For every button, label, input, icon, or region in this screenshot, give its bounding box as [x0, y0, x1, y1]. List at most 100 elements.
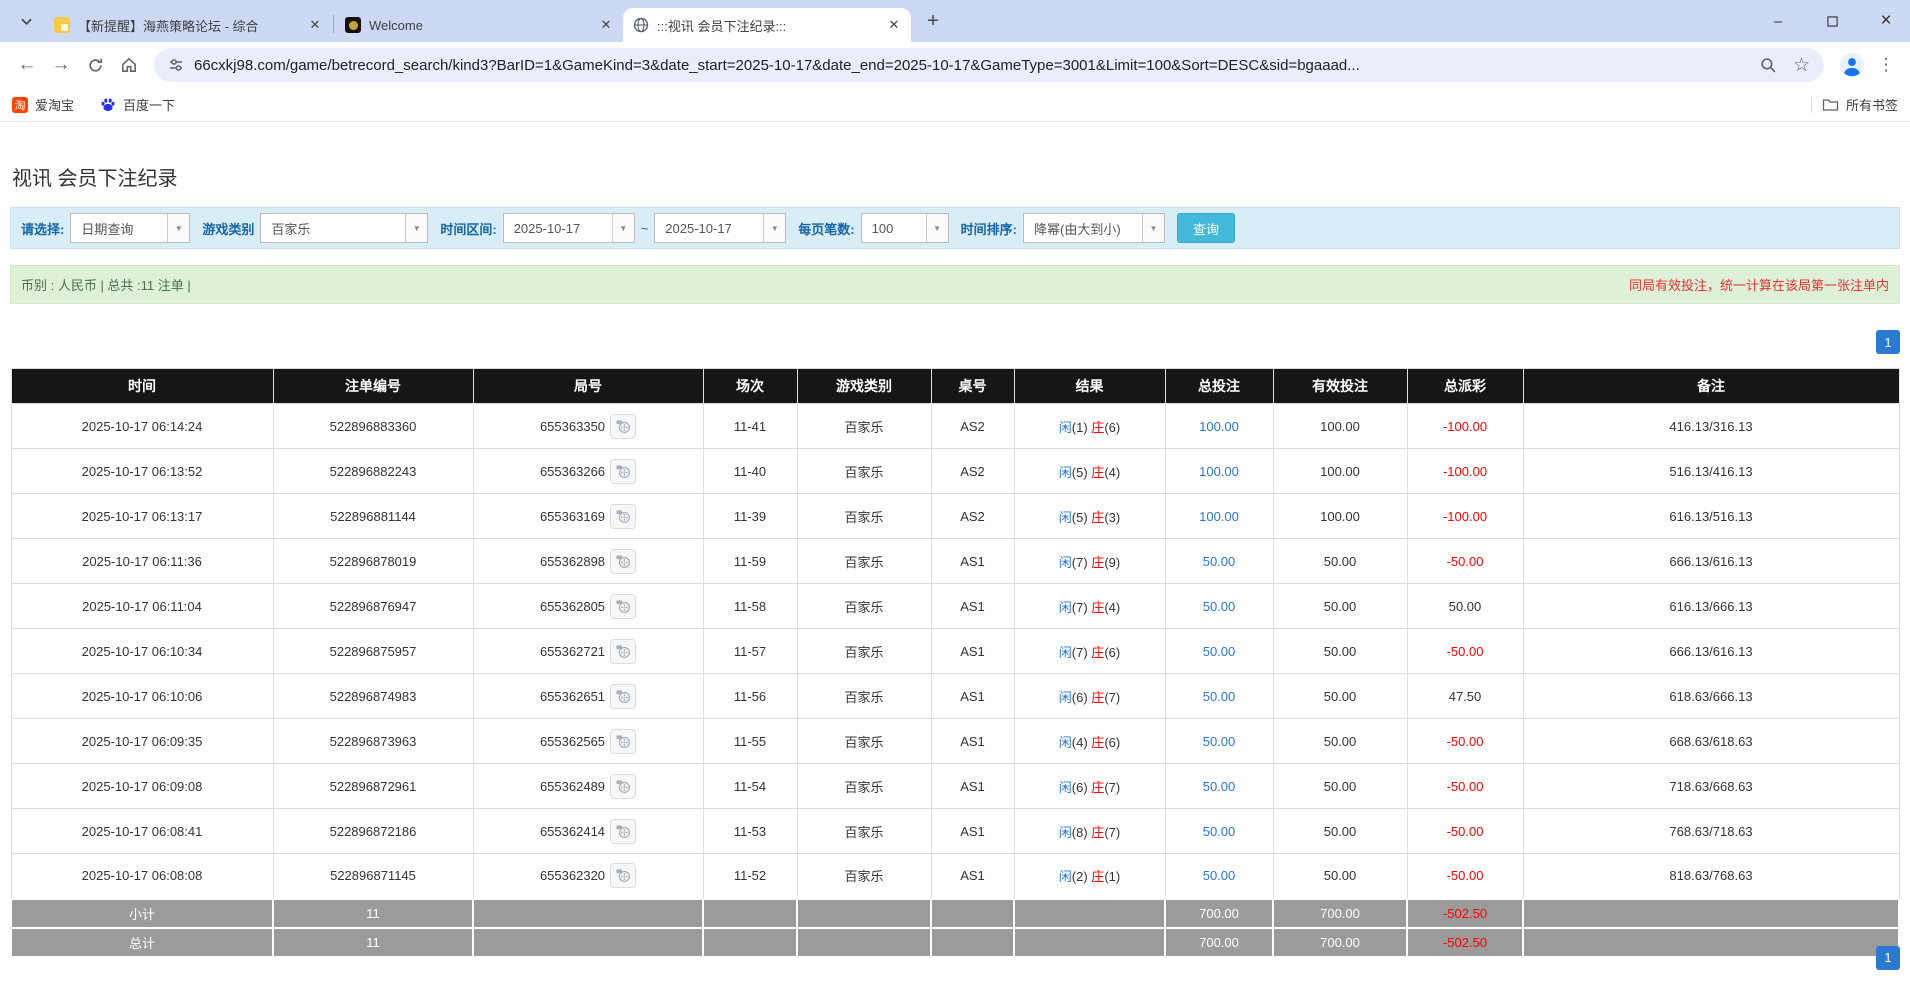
url-text[interactable]: 66cxkj98.com/game/betrecord_search/kind3… [194, 57, 1750, 74]
film-reel-icon [616, 868, 631, 883]
date-end-select[interactable]: 2025-10-17 ▼ [654, 213, 786, 243]
browser-tab-welcome[interactable]: Welcome ✕ [335, 8, 623, 42]
close-icon[interactable]: ✕ [597, 16, 615, 34]
note-cell: 516.13/416.13 [1523, 449, 1899, 494]
total-bet-cell[interactable]: 50.00 [1165, 539, 1273, 584]
bookmark-star-icon[interactable]: ☆ [1793, 54, 1810, 77]
chevron-down-icon[interactable]: ▼ [167, 214, 189, 242]
replay-video-button[interactable] [610, 594, 636, 619]
chevron-down-icon[interactable]: ▼ [763, 214, 785, 242]
time-cell: 2025-10-17 06:13:52 [11, 449, 273, 494]
total-bet-cell[interactable]: 50.00 [1165, 719, 1273, 764]
valid-bet-cell: 50.00 [1273, 584, 1407, 629]
tab-separator [333, 15, 334, 33]
col-round: 局号 [473, 369, 703, 404]
film-reel-icon [616, 689, 631, 704]
tab-search-button[interactable] [12, 7, 40, 35]
replay-video-button[interactable] [610, 504, 636, 529]
chevron-down-icon[interactable]: ▼ [405, 214, 427, 242]
total-bet-cell[interactable]: 100.00 [1165, 449, 1273, 494]
replay-video-button[interactable] [610, 549, 636, 574]
replay-video-button[interactable] [610, 863, 636, 888]
result-cell: 闲(4) 庄(6) [1014, 719, 1165, 764]
total-bet-cell[interactable]: 50.00 [1165, 674, 1273, 719]
total-bet-cell[interactable]: 50.00 [1165, 809, 1273, 854]
close-window-icon[interactable]: × [1876, 11, 1896, 31]
payout-cell: -50.00 [1407, 719, 1523, 764]
replay-video-button[interactable] [610, 414, 636, 439]
welcome-favicon-icon [345, 17, 361, 33]
tune-icon[interactable] [168, 57, 184, 73]
payout-cell: -50.00 [1407, 629, 1523, 674]
table-row: 2025-10-17 06:11:36 522896878019 6553628… [11, 539, 1899, 584]
payout-cell: -100.00 [1407, 494, 1523, 539]
valid-bet-cell: 50.00 [1273, 629, 1407, 674]
total-bet-cell[interactable]: 50.00 [1165, 629, 1273, 674]
replay-video-button[interactable] [610, 459, 636, 484]
close-icon[interactable]: ✕ [306, 16, 324, 34]
replay-video-button[interactable] [610, 639, 636, 664]
table-row: 2025-10-17 06:09:08 522896872961 6553624… [11, 764, 1899, 809]
per-page-select[interactable]: 100 ▼ [861, 213, 949, 243]
back-button[interactable]: ← [10, 48, 44, 82]
forward-button[interactable]: → [44, 48, 78, 82]
new-tab-button[interactable]: + [919, 7, 947, 35]
browser-tab-betrecord-active[interactable]: :::视讯 会员下注纪录::: ✕ [623, 8, 911, 42]
replay-video-button[interactable] [610, 729, 636, 754]
game-cell: 百家乐 [797, 494, 931, 539]
home-button[interactable] [112, 48, 146, 82]
query-type-select[interactable]: 日期查询 ▼ [70, 213, 190, 243]
close-icon[interactable]: ✕ [885, 16, 903, 34]
date-start-select[interactable]: 2025-10-17 ▼ [503, 213, 635, 243]
all-bookmarks-button[interactable]: 所有书签 [1822, 95, 1898, 114]
reload-icon [87, 57, 104, 74]
reload-button[interactable] [78, 48, 112, 82]
payout-cell: 50.00 [1407, 584, 1523, 629]
replay-video-button[interactable] [610, 819, 636, 844]
replay-video-button[interactable] [610, 684, 636, 709]
forward-arrow-icon: → [52, 54, 71, 76]
zoom-icon[interactable] [1760, 57, 1777, 74]
game-cell: 百家乐 [797, 719, 931, 764]
taobao-icon: 淘 [12, 97, 28, 113]
payout-cell: 47.50 [1407, 674, 1523, 719]
bookmark-taobao[interactable]: 淘 爱淘宝 [12, 95, 74, 114]
result-cell: 闲(6) 庄(7) [1014, 764, 1165, 809]
game-type-select[interactable]: 百家乐 ▼ [260, 213, 428, 243]
total-bet-cell[interactable]: 100.00 [1165, 404, 1273, 449]
address-bar[interactable]: 66cxkj98.com/game/betrecord_search/kind3… [154, 48, 1824, 82]
round-cell: 655362898 [473, 539, 703, 584]
film-reel-icon [616, 599, 631, 614]
sort-select[interactable]: 降幂(由大到小) ▼ [1023, 213, 1165, 243]
chevron-down-icon[interactable]: ▼ [612, 214, 634, 242]
chevron-down-icon[interactable]: ▼ [1142, 214, 1164, 242]
profile-avatar[interactable] [1836, 49, 1868, 81]
payout-cell: -50.00 [1407, 539, 1523, 584]
browser-tab-forum[interactable]: 【新提醒】海燕策略论坛 - 综合 ✕ [44, 8, 332, 42]
total-bet-cell[interactable]: 50.00 [1165, 854, 1273, 899]
minimize-icon[interactable]: – [1768, 11, 1788, 31]
search-button[interactable]: 查询 [1177, 213, 1235, 243]
payout-cell: -100.00 [1407, 449, 1523, 494]
sort-label: 时间排序: [961, 219, 1017, 238]
total-bet-cell[interactable]: 50.00 [1165, 764, 1273, 809]
browser-menu-button[interactable]: ⋮ [1872, 51, 1900, 79]
maximize-icon[interactable] [1822, 11, 1842, 31]
round-cell: 655362805 [473, 584, 703, 629]
bookmark-baidu[interactable]: 百度一下 [100, 95, 175, 114]
chevron-down-icon[interactable]: ▼ [926, 214, 948, 242]
valid-bet-cell: 100.00 [1273, 449, 1407, 494]
page-number-button[interactable]: 1 [1876, 946, 1900, 970]
note-cell: 666.13/616.13 [1523, 539, 1899, 584]
result-cell: 闲(2) 庄(1) [1014, 854, 1165, 899]
replay-video-button[interactable] [610, 774, 636, 799]
game-cell: 百家乐 [797, 764, 931, 809]
table-row: 2025-10-17 06:13:52 522896882243 6553632… [11, 449, 1899, 494]
page-number-button[interactable]: 1 [1876, 330, 1900, 354]
back-arrow-icon: ← [18, 54, 37, 76]
total-bet-cell[interactable]: 100.00 [1165, 494, 1273, 539]
bookmarks-bar: 淘 爱淘宝 百度一下 所有书签 [0, 88, 1910, 122]
session-cell: 11-39 [703, 494, 797, 539]
bet-id-cell: 522896872186 [273, 809, 473, 854]
total-bet-cell[interactable]: 50.00 [1165, 584, 1273, 629]
